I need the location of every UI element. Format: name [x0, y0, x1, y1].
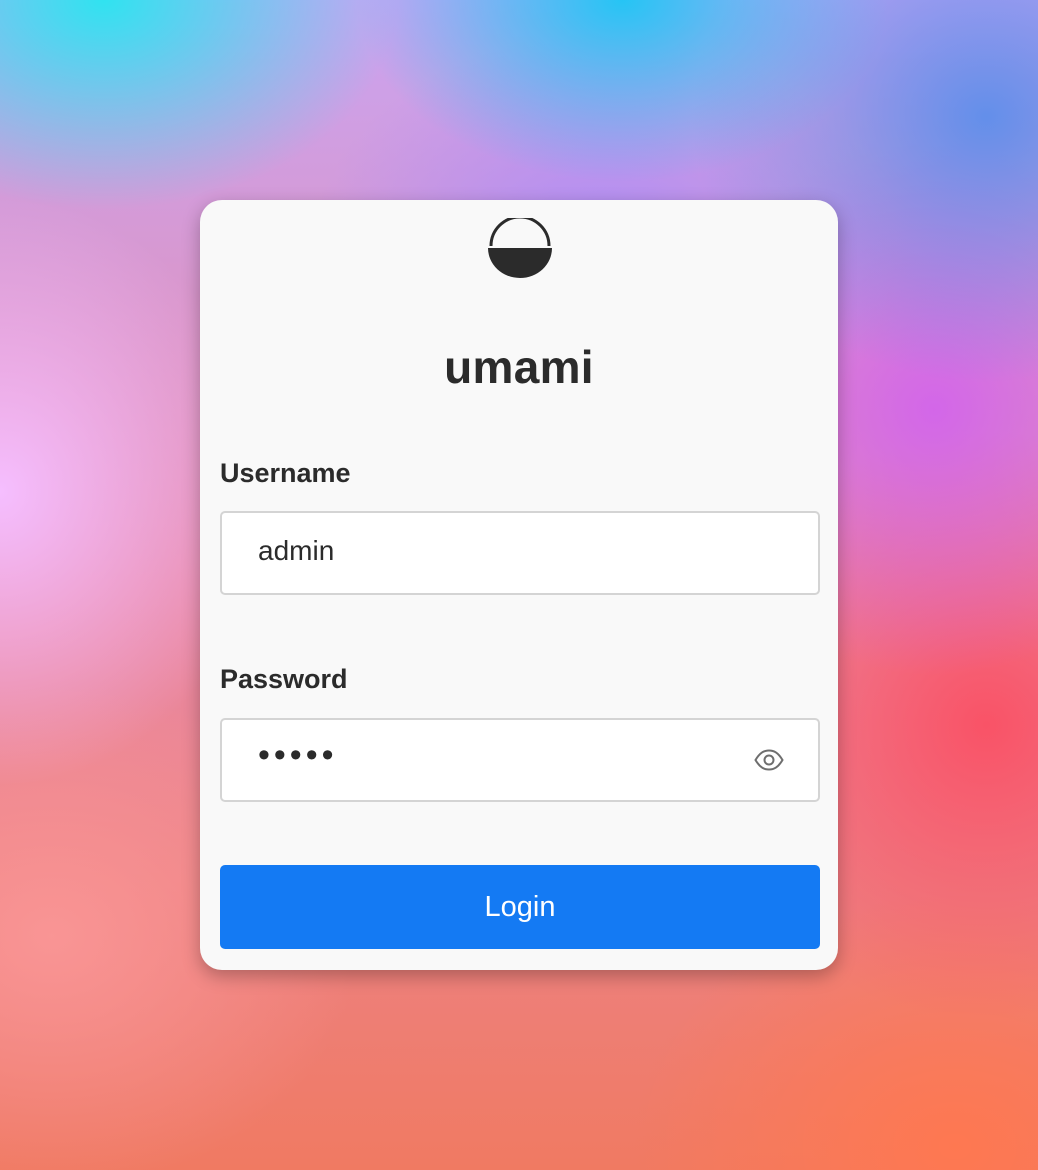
app-title: umami	[444, 341, 594, 393]
username-field[interactable]: admin	[220, 511, 820, 595]
login-button[interactable]: Login	[220, 865, 820, 949]
eye-icon[interactable]	[754, 748, 784, 772]
username-label: Username	[220, 458, 351, 488]
password-field[interactable]: •••••	[220, 718, 820, 802]
password-value: •••••	[258, 736, 338, 774]
username-value: admin	[258, 535, 335, 566]
login-card: umami Username admin Password ••••• Logi…	[200, 200, 838, 970]
umami-logo-icon	[487, 215, 553, 280]
password-label: Password	[220, 664, 348, 694]
